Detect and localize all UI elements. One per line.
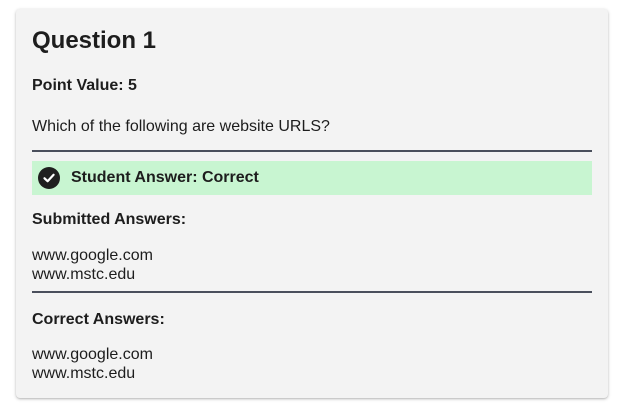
- correct-answers-label: Correct Answers:: [32, 311, 165, 328]
- correct-answers-list: www.google.com www.mstc.edu: [32, 345, 153, 383]
- submitted-answers-label: Submitted Answers:: [32, 211, 187, 228]
- question-title: Question 1: [32, 27, 157, 54]
- question-card: Question 1 Point Value: 5 Which of the f…: [16, 9, 608, 398]
- list-item: www.mstc.edu: [32, 365, 136, 382]
- divider: [32, 150, 592, 152]
- result-banner: Student Answer: Correct: [32, 161, 592, 195]
- list-item: www.google.com: [32, 247, 153, 264]
- point-value: Point Value: 5: [32, 77, 137, 94]
- submitted-answers-list: www.google.com www.mstc.edu: [32, 246, 153, 284]
- result-text: Student Answer: Correct: [71, 169, 259, 186]
- list-item: www.google.com: [32, 346, 153, 363]
- check-circle-icon: [38, 167, 60, 189]
- divider: [32, 291, 592, 293]
- question-prompt: Which of the following are website URLS?: [32, 118, 330, 135]
- list-item: www.mstc.edu: [32, 266, 136, 283]
